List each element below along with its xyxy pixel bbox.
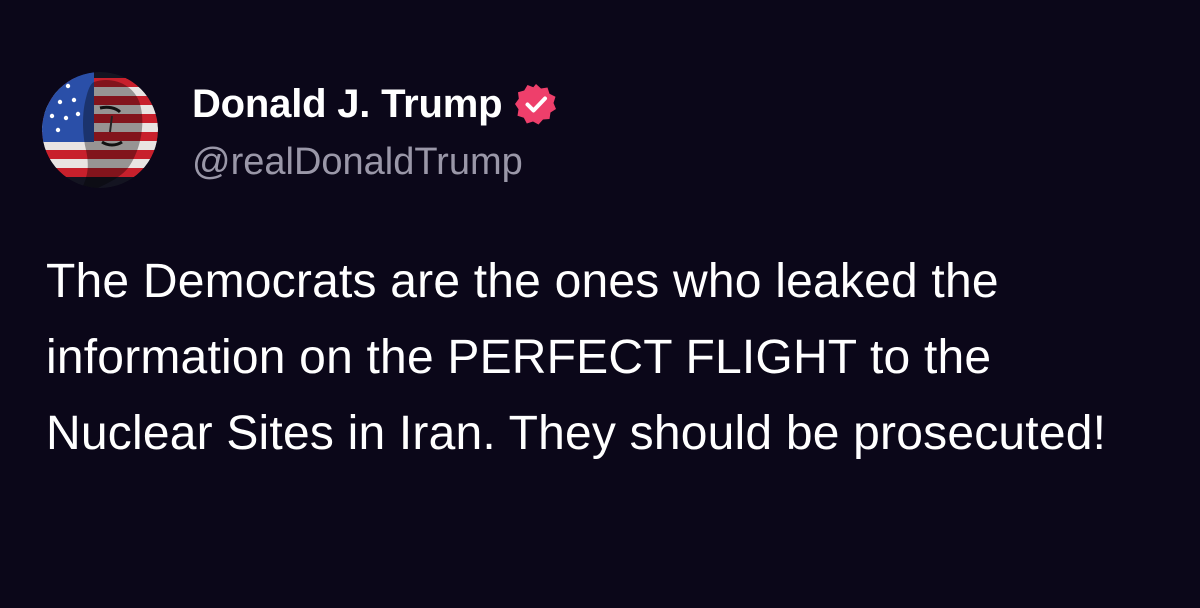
author-handle[interactable]: @realDonaldTrump bbox=[192, 136, 523, 188]
author-avatar[interactable] bbox=[42, 72, 158, 188]
avatar-image bbox=[42, 72, 158, 188]
post-card: Donald J. Trump @realDonaldTrump The Dem… bbox=[0, 0, 1200, 608]
author-display-name[interactable]: Donald J. Trump bbox=[192, 76, 503, 132]
post-body-text: The Democrats are the ones who leaked th… bbox=[46, 255, 1107, 460]
verified-badge-icon bbox=[514, 82, 558, 126]
author-name-row: Donald J. Trump bbox=[192, 76, 558, 132]
